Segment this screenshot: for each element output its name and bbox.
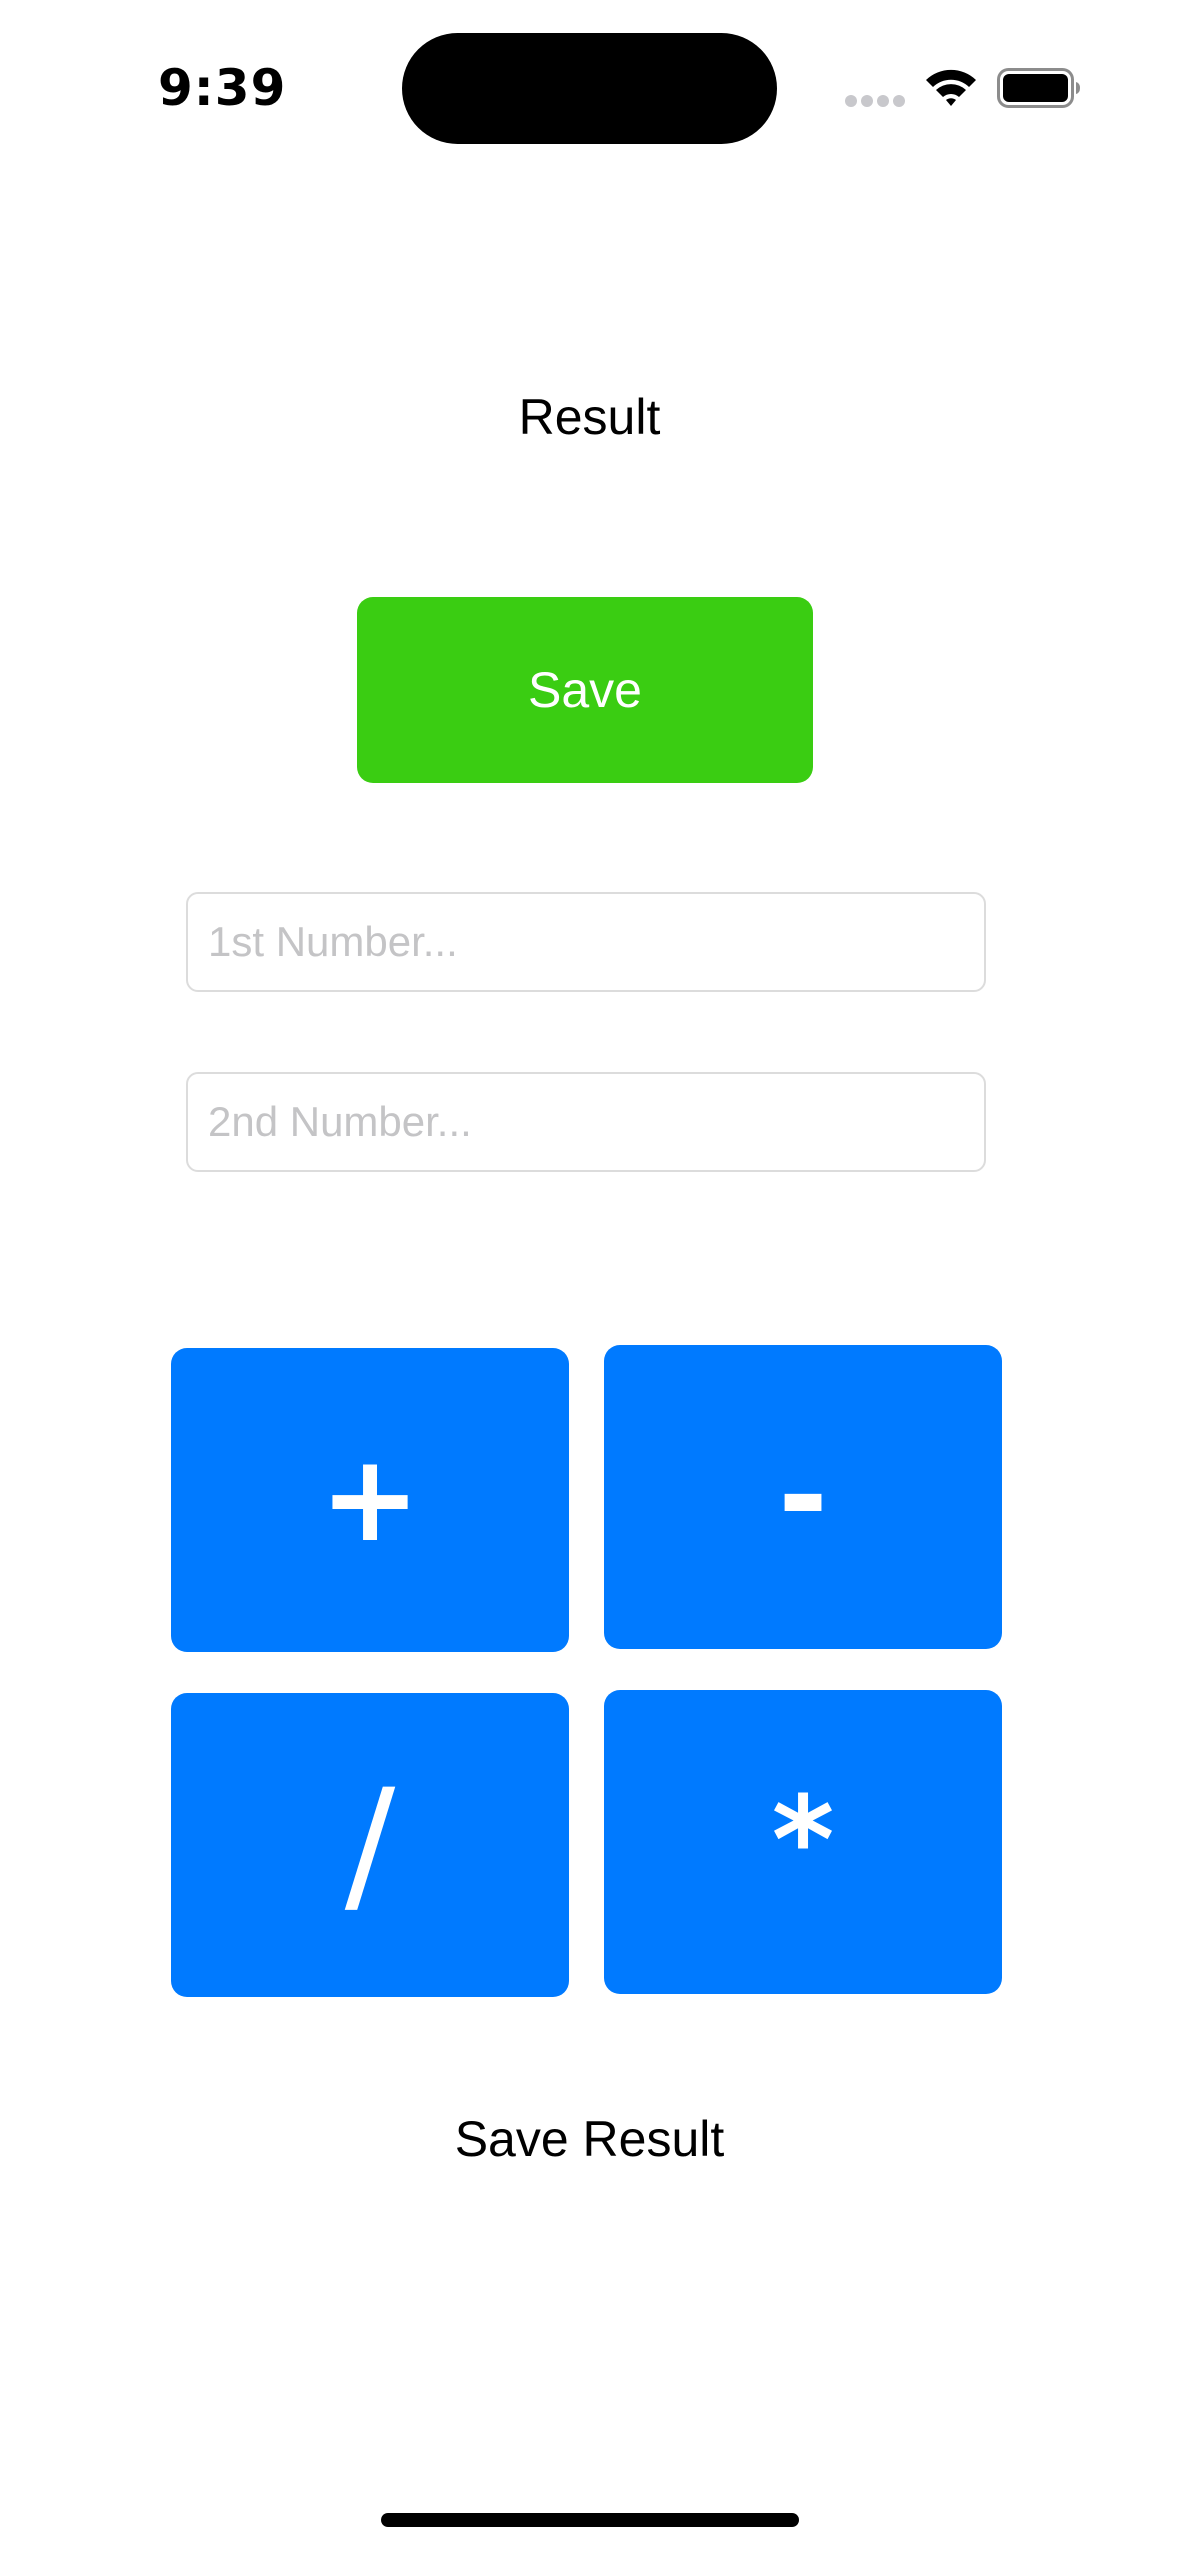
multiply-button[interactable]: * bbox=[604, 1690, 1002, 1994]
add-button-label: + bbox=[319, 1430, 421, 1569]
subtract-button[interactable]: - bbox=[604, 1345, 1002, 1649]
multiply-button-label: * bbox=[771, 1772, 835, 1911]
signal-icon bbox=[845, 95, 905, 109]
status-time: 9:39 bbox=[158, 59, 287, 117]
result-label: Result bbox=[518, 389, 661, 445]
battery-icon bbox=[997, 68, 1080, 108]
second-number-field[interactable] bbox=[186, 1072, 986, 1172]
first-number-field[interactable] bbox=[186, 892, 986, 992]
subtract-button-label: - bbox=[778, 1427, 828, 1566]
add-button[interactable]: + bbox=[171, 1348, 569, 1652]
save-result-label[interactable]: Save Result bbox=[0, 2106, 1179, 2172]
divide-button-label: / bbox=[344, 1758, 396, 1932]
divide-button[interactable]: / bbox=[171, 1693, 569, 1997]
dynamic-island bbox=[402, 33, 777, 144]
wifi-icon bbox=[926, 69, 976, 106]
home-indicator[interactable] bbox=[381, 2513, 799, 2527]
save-button[interactable]: Save bbox=[357, 597, 813, 783]
